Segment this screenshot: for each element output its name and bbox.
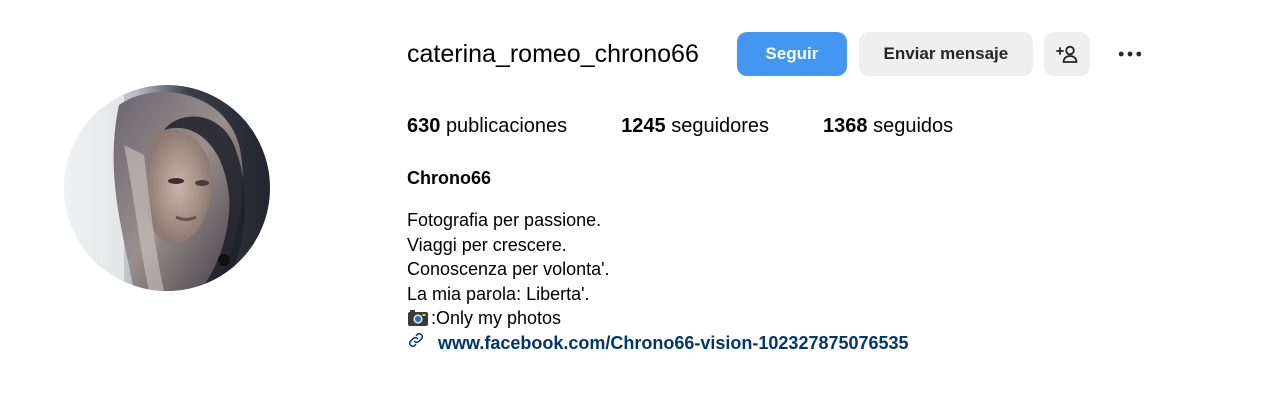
bio-camera-text: :Only my photos (431, 308, 562, 329)
suggested-accounts-button[interactable] (1043, 32, 1090, 76)
bio-line: Viaggi per crescere. (407, 234, 567, 255)
more-options-icon (1118, 51, 1142, 57)
posts-count-label: publicaciones (445, 115, 568, 137)
following-count-number: 1368 (823, 115, 868, 137)
bio-camera-line: :Only my photos (407, 306, 909, 331)
posts-count-number: 630 (407, 115, 441, 137)
avatar[interactable] (64, 85, 270, 291)
display-name: Chrono66 (407, 168, 492, 188)
bio-website-text: www.facebook.com/Chrono66-vision-1023278… (438, 332, 909, 353)
send-message-button[interactable]: Enviar mensaje (858, 32, 1033, 76)
profile-stats: 630 publicaciones 1245 seguidores 1368 s… (407, 115, 1007, 138)
posts-count: 630 publicaciones (407, 115, 567, 138)
bio-line: Fotografia per passione. (407, 210, 602, 230)
following-label: seguidos (873, 115, 954, 137)
bio: Fotografia per passione. Viaggi per cres… (407, 208, 909, 356)
followers-label: seguidores (671, 115, 770, 137)
username: caterina_romeo_chrono66 (407, 39, 699, 68)
follow-button[interactable]: Seguir (736, 32, 847, 76)
more-options-button[interactable] (1112, 32, 1148, 76)
profile-photo (64, 85, 270, 291)
following-link[interactable]: 1368 seguidos (823, 115, 953, 138)
followers-count-number: 1245 (621, 115, 666, 137)
profile-header: caterina_romeo_chrono66 Seguir Enviar me… (0, 0, 1280, 408)
camera-icon (408, 310, 428, 327)
bio-line: La mia parola: Liberta'. (407, 283, 590, 304)
link-icon (408, 332, 424, 347)
followers-link[interactable]: 1245 seguidores (621, 115, 769, 138)
profile-header-row: caterina_romeo_chrono66 Seguir Enviar me… (407, 32, 1148, 76)
bio-line: Conoscenza per volonta'. (407, 259, 610, 280)
add-person-icon (1055, 45, 1078, 63)
bio-website-link[interactable]: www.facebook.com/Chrono66-vision-1023278… (407, 331, 909, 356)
